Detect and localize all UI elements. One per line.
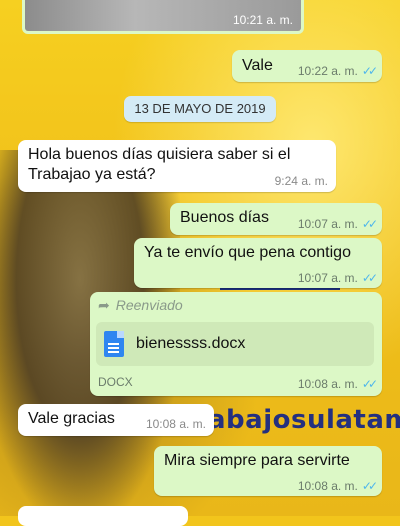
forwarded-label-row: ➦ Reenviado	[98, 297, 183, 314]
message-incoming-vale-gracias[interactable]: Vale gracias 10:08 a. m.	[18, 404, 214, 436]
date-separator: 13 DE MAYO DE 2019	[124, 96, 276, 122]
message-meta: 10:08 a. m. ✓✓	[297, 477, 378, 495]
message-outgoing-vale[interactable]: Vale 10:22 a. m. ✓✓	[232, 50, 382, 82]
double-check-icon: ✓✓	[361, 479, 378, 493]
message-time: 10:07 a. m.	[297, 271, 358, 285]
forwarded-label: Reenviado	[115, 297, 183, 313]
message-text-line1: Hola buenos días quisiera saber si el	[28, 146, 291, 163]
message-incoming-partial[interactable]	[18, 506, 188, 526]
forward-arrow-icon: ➦	[98, 297, 110, 313]
message-outgoing-mira[interactable]: Mira siempre para servirte 10:08 a. m. ✓✓	[154, 446, 382, 496]
message-time: 10:08 a. m.	[297, 479, 358, 493]
image-message[interactable]: 10:21 a. m.	[22, 0, 304, 34]
message-text: Mira siempre para servirte	[164, 452, 350, 469]
message-incoming-hola[interactable]: Hola buenos días quisiera saber si el Tr…	[18, 140, 336, 192]
message-outgoing-envio[interactable]: Ya te envío que pena contigo 10:07 a. m.…	[134, 238, 382, 288]
message-outgoing-buenos-dias[interactable]: Buenos días 10:07 a. m. ✓✓	[170, 203, 382, 235]
wallpaper-watermark: abajosulatam	[208, 405, 400, 435]
message-meta: 10:07 a. m. ✓✓	[297, 215, 378, 233]
message-text: Buenos días	[180, 209, 269, 226]
message-meta: 10:08 a. m. ✓✓	[297, 375, 378, 393]
document-attachment[interactable]: bienessss.docx	[96, 322, 374, 366]
document-filetype: DOCX	[98, 375, 133, 389]
message-time: 10:07 a. m.	[297, 217, 358, 231]
message-text-line2: Trabajao ya está?	[28, 166, 156, 183]
message-text: Vale gracias	[28, 410, 115, 427]
message-meta: 10:07 a. m. ✓✓	[297, 269, 378, 287]
message-meta: 10:22 a. m. ✓✓	[297, 62, 378, 80]
message-time: 9:24 a. m.	[274, 174, 328, 188]
message-time: 10:08 a. m.	[297, 377, 358, 391]
double-check-icon: ✓✓	[361, 271, 378, 285]
message-time: 10:22 a. m.	[297, 64, 358, 78]
message-text: Vale	[242, 57, 273, 74]
double-check-icon: ✓✓	[361, 64, 378, 78]
double-check-icon: ✓✓	[361, 377, 378, 391]
message-text: Ya te envío que pena contigo	[144, 244, 351, 261]
document-icon	[104, 331, 124, 357]
message-time: 10:21 a. m.	[232, 13, 293, 27]
document-filename: bienessss.docx	[136, 335, 246, 352]
message-time: 10:08 a. m.	[145, 417, 206, 431]
double-check-icon: ✓✓	[361, 217, 378, 231]
